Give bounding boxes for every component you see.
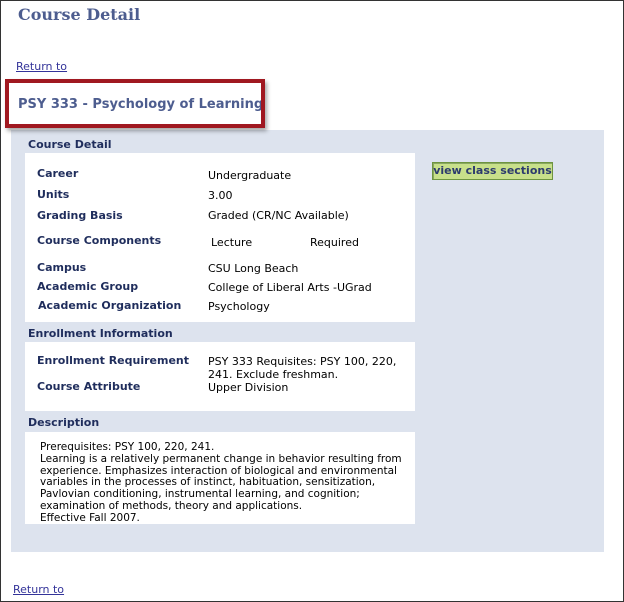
enrollment-requirement-line1: PSY 333 Requisites: PSY 100, 220,: [208, 355, 397, 368]
career-value: Undergraduate: [208, 169, 292, 182]
campus-label: Campus: [37, 261, 87, 274]
course-component-value: Lecture: [211, 236, 253, 249]
units-label: Units: [37, 188, 70, 201]
academic-group-label: Academic Group: [37, 280, 139, 293]
course-attribute-value: Upper Division: [208, 381, 289, 394]
return-link-top[interactable]: Return to: [16, 60, 67, 73]
academic-group-value: College of Liberal Arts -UGrad: [208, 281, 372, 294]
view-class-sections-button[interactable]: view class sections: [432, 162, 553, 180]
highlight-annotation: [5, 79, 265, 128]
career-label: Career: [37, 167, 79, 180]
campus-value: CSU Long Beach: [208, 262, 299, 275]
grading-basis-value: Graded (CR/NC Available): [208, 209, 349, 222]
enrollment-requirement-label: Enrollment Requirement: [37, 354, 190, 367]
academic-organization-label: Academic Organization: [38, 299, 182, 312]
return-link-bottom[interactable]: Return to: [13, 583, 64, 596]
course-components-label: Course Components: [37, 234, 162, 247]
page-title: Course Detail: [18, 5, 141, 24]
enrollment-section-title: Enrollment Information: [28, 327, 173, 340]
description-section-title: Description: [28, 416, 100, 429]
academic-organization-value: Psychology: [208, 300, 270, 313]
course-attribute-label: Course Attribute: [37, 380, 141, 393]
units-value: 3.00: [208, 189, 233, 202]
course-component-status: Required: [310, 236, 359, 249]
course-detail-section-title: Course Detail: [28, 138, 112, 151]
enrollment-requirement-line2: 241. Exclude freshman.: [208, 368, 339, 381]
grading-basis-label: Grading Basis: [37, 209, 123, 222]
description-text: Prerequisites: PSY 100, 220, 241. Learni…: [40, 441, 402, 524]
